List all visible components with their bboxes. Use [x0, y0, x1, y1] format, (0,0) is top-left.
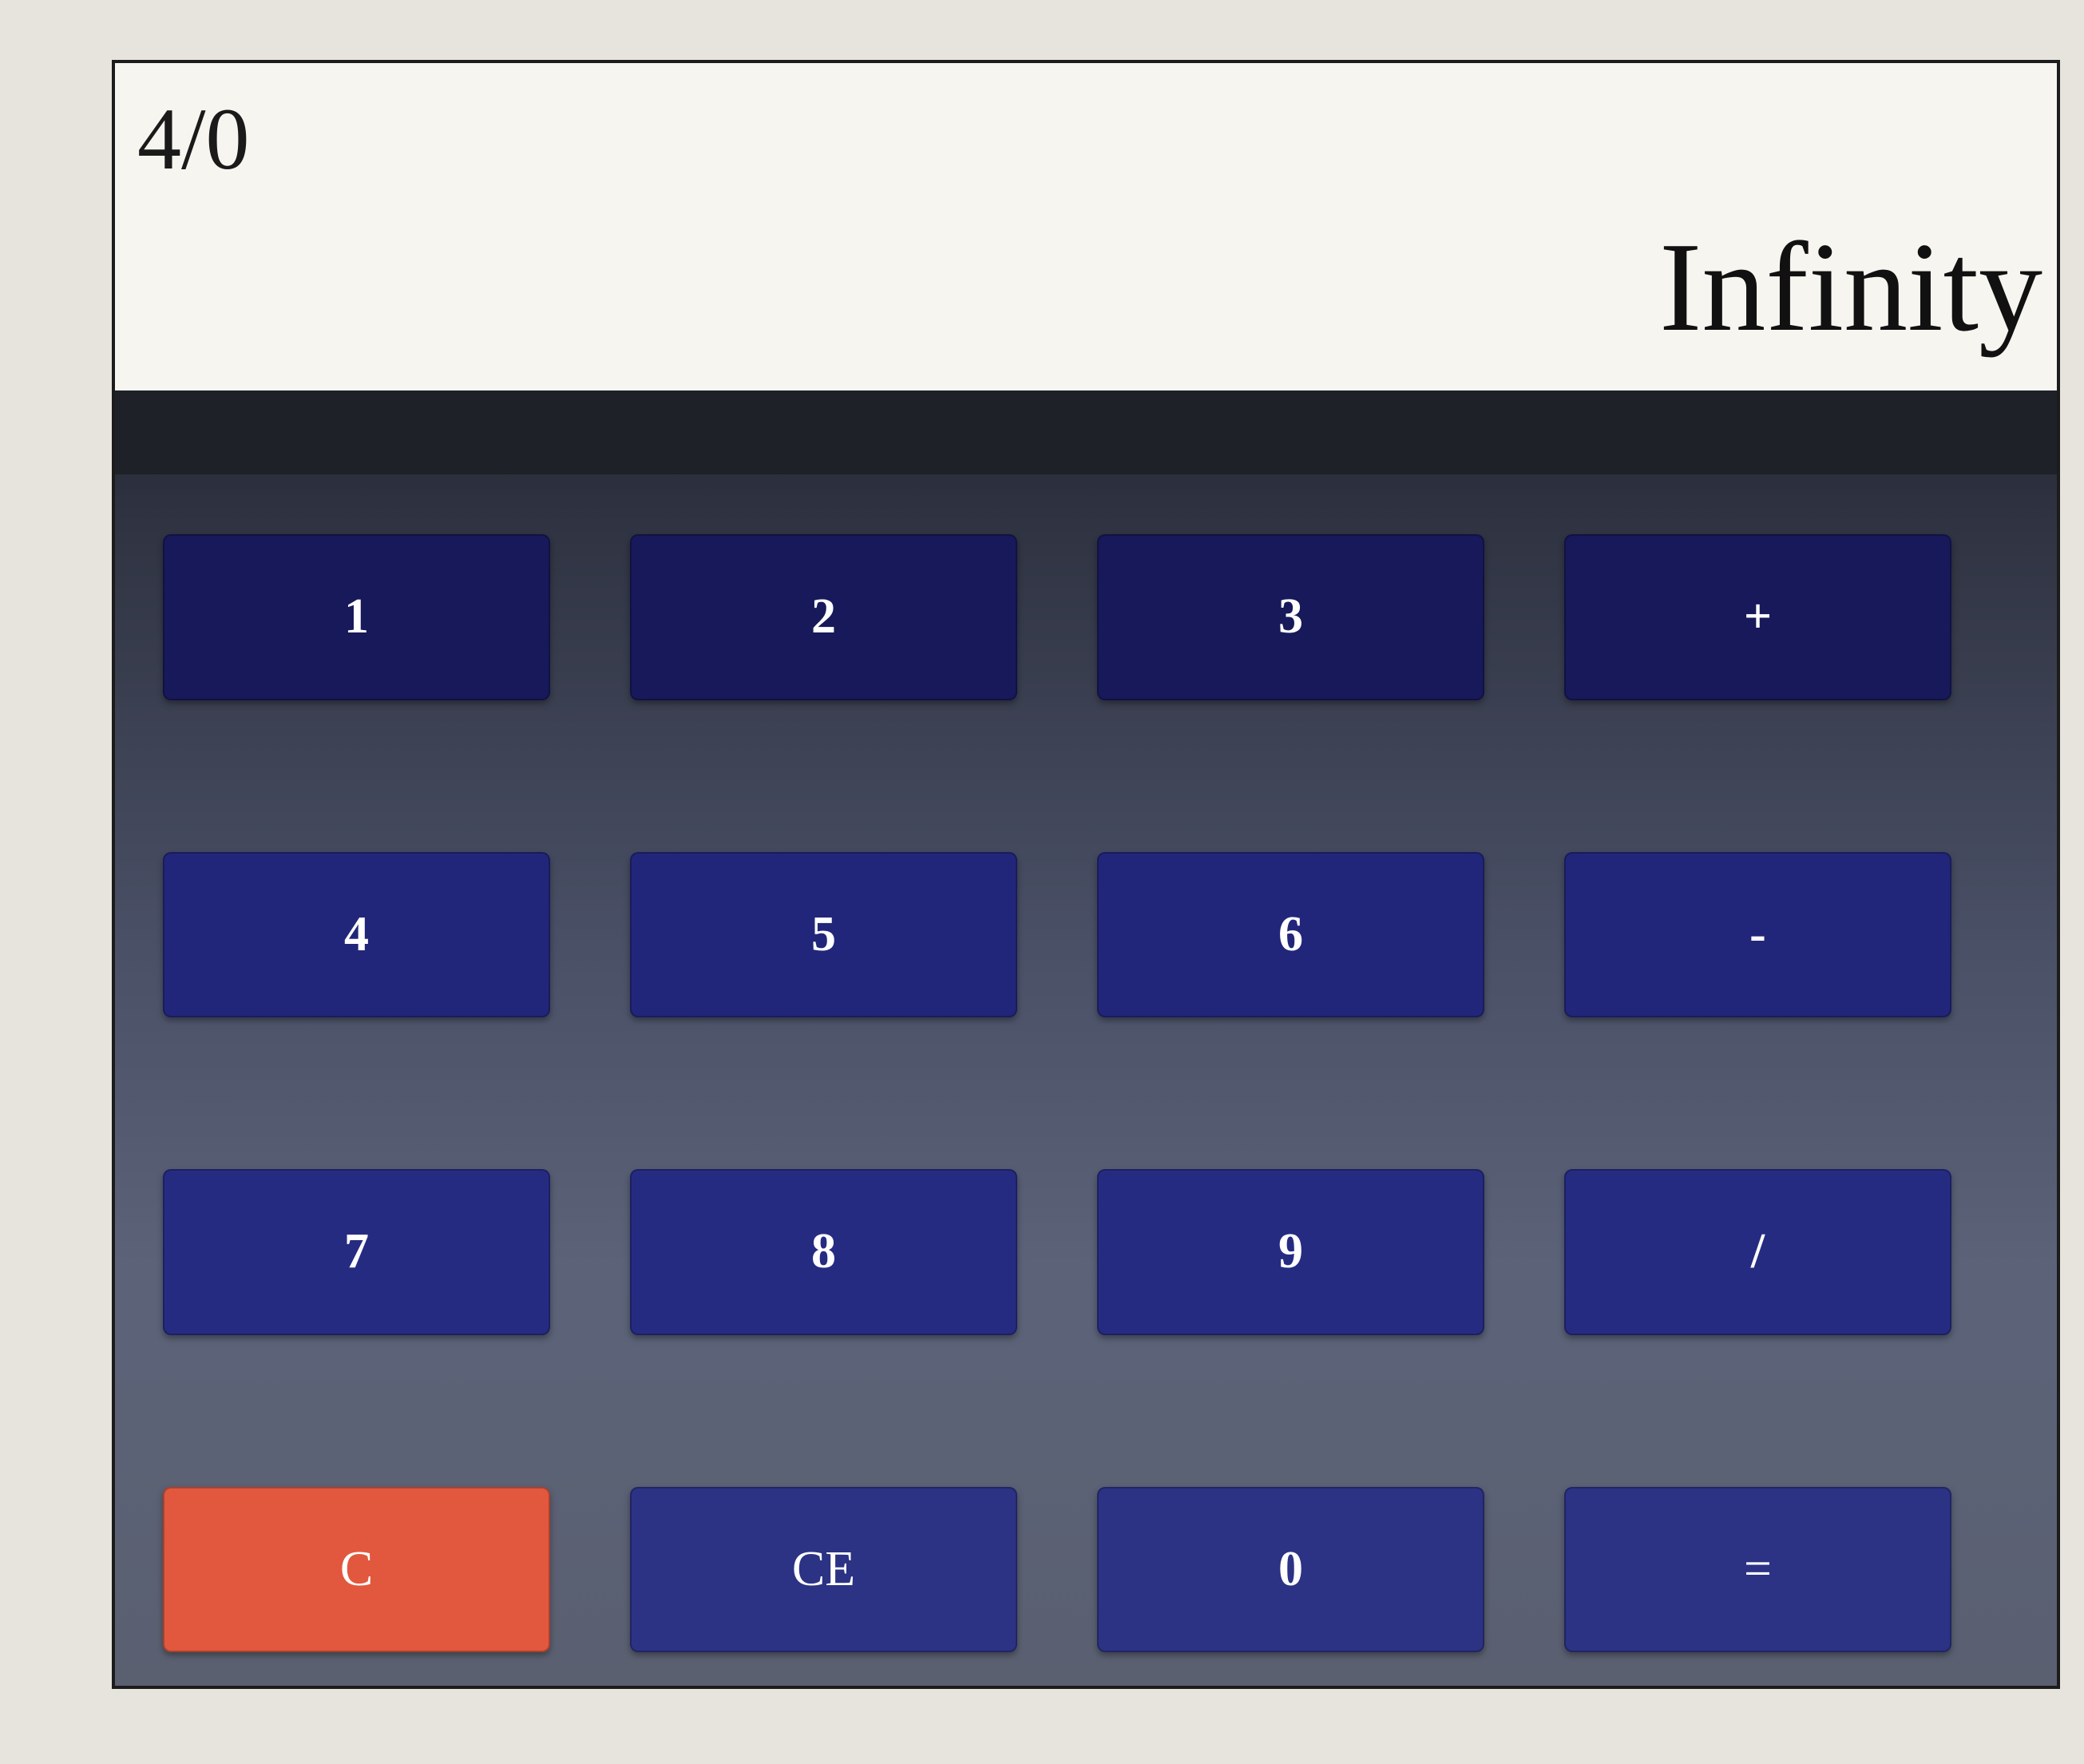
key-grid: 1 2 3 + 4 5 6 - 7 8 9 / C CE 0 = [163, 534, 1951, 1652]
key-plus[interactable]: + [1564, 534, 1951, 700]
key-clear[interactable]: C [163, 1486, 550, 1652]
key-minus[interactable]: - [1564, 851, 1951, 1017]
key-5[interactable]: 5 [630, 851, 1017, 1017]
key-6[interactable]: 6 [1097, 851, 1484, 1017]
key-clear-entry[interactable]: CE [630, 1486, 1017, 1652]
key-equals[interactable]: = [1564, 1486, 1951, 1652]
key-8[interactable]: 8 [630, 1169, 1017, 1335]
key-0[interactable]: 0 [1097, 1486, 1484, 1652]
calculator: 4/0 Infinity 1 2 3 + 4 5 6 - 7 8 9 / C C… [112, 60, 2060, 1689]
expression-display: 4/0 [137, 90, 250, 188]
key-9[interactable]: 9 [1097, 1169, 1484, 1335]
key-4[interactable]: 4 [163, 851, 550, 1017]
keypad: 1 2 3 + 4 5 6 - 7 8 9 / C CE 0 = [115, 390, 2057, 1686]
key-3[interactable]: 3 [1097, 534, 1484, 700]
display: 4/0 Infinity [115, 63, 2057, 390]
key-2[interactable]: 2 [630, 534, 1017, 700]
key-divide[interactable]: / [1564, 1169, 1951, 1335]
key-1[interactable]: 1 [163, 534, 550, 700]
key-7[interactable]: 7 [163, 1169, 550, 1335]
result-display: Infinity [1659, 216, 2042, 358]
